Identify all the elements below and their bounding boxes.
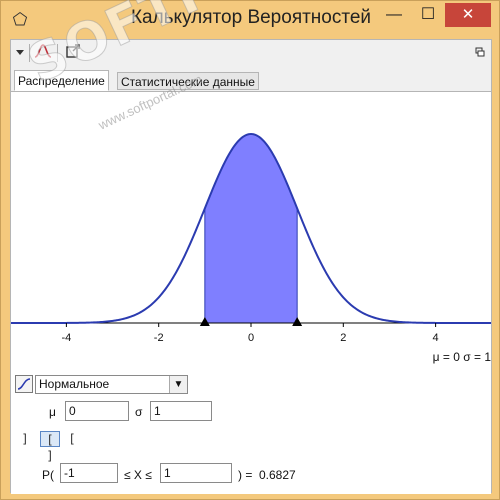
sigma-label: σ	[135, 405, 143, 419]
right-sided-interval-button[interactable]: [	[64, 431, 80, 447]
probability-open-label: P(	[42, 468, 54, 482]
distribution-select[interactable]: Нормальное ▼	[35, 375, 188, 394]
minimize-button[interactable]: —	[379, 3, 409, 27]
client-area: Распределение Статистические данные -4 -2…	[10, 39, 492, 494]
x-tick-label: -4	[61, 332, 71, 344]
controls-area: Нормальное ▼ μ σ ] [ ] [ P( ≤ X ≤ ) = 0.…	[11, 372, 491, 494]
dock-icon[interactable]	[473, 43, 487, 63]
toolbar-separator	[29, 44, 30, 62]
chevron-down-icon[interactable]: ▼	[169, 376, 187, 393]
x-tick-label: 2	[340, 332, 346, 344]
le-x-le-label: ≤ X ≤	[124, 468, 152, 482]
chevron-down-icon[interactable]	[13, 43, 27, 63]
distribution-select-value: Нормальное	[39, 377, 110, 391]
upper-bound-field[interactable]	[160, 463, 232, 483]
app-window: ⬠ Калькулятор Вероятностей — ☐ ✕ Распред…	[0, 0, 500, 500]
left-sided-interval-button[interactable]: ]	[17, 431, 33, 447]
toolbar-separator	[57, 44, 58, 62]
distribution-plot[interactable]: -4 -2 0 2 4	[11, 92, 491, 368]
params-label: μ = 0 σ = 1	[432, 350, 491, 364]
distribution-panel: -4 -2 0 2 4 μ = 0 σ = 1 Нормальное ▼ μ σ ] […	[11, 91, 491, 494]
lower-bound-field[interactable]	[60, 463, 118, 483]
shaded-probability-area	[204, 133, 298, 324]
sigma-field[interactable]	[150, 401, 212, 421]
export-icon[interactable]	[63, 43, 83, 63]
tab-statistics[interactable]: Статистические данные	[117, 72, 259, 90]
x-tick-label: -2	[154, 332, 164, 344]
maximize-button[interactable]: ☐	[413, 3, 443, 27]
result-prefix-label: ) =	[238, 468, 253, 482]
cumulative-toggle-icon[interactable]	[15, 375, 33, 393]
close-button[interactable]: ✕	[445, 3, 491, 27]
probability-result: 0.6827	[259, 468, 296, 482]
two-sided-interval-button[interactable]: [ ]	[40, 431, 60, 463]
title-bar[interactable]: ⬠ Калькулятор Вероятностей — ☐ ✕	[1, 1, 500, 39]
tab-distribution[interactable]: Распределение	[14, 70, 109, 91]
mu-field[interactable]	[65, 401, 129, 421]
x-tick-label: 4	[433, 332, 439, 344]
mu-label: μ	[49, 405, 56, 419]
tab-strip: Распределение Статистические данные	[11, 70, 491, 92]
normal-curve-icon[interactable]	[33, 43, 53, 63]
toolbar	[11, 40, 491, 66]
x-tick-label: 0	[248, 332, 254, 344]
